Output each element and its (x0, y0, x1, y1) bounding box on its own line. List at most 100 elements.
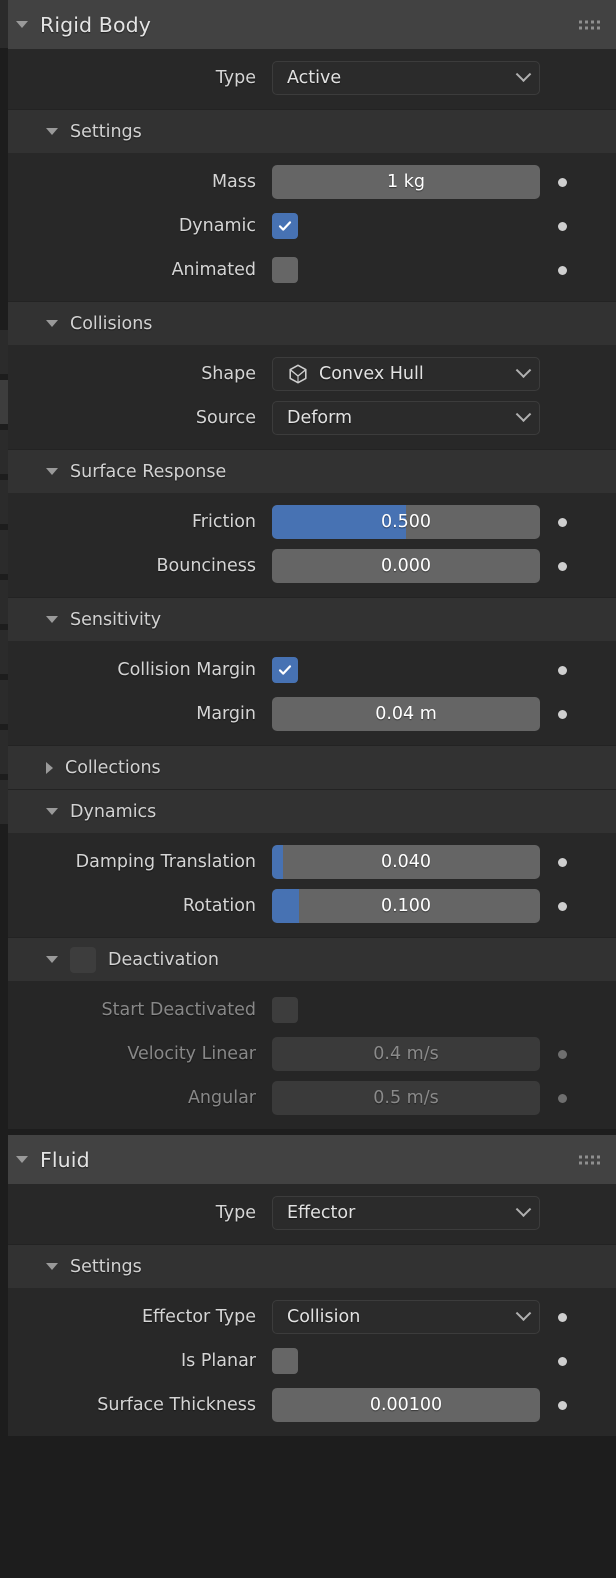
damping-rotation-slider[interactable]: 0.100 (272, 889, 540, 923)
decorator-margin[interactable] (540, 709, 584, 719)
triangle-down-icon[interactable] (46, 128, 58, 135)
start-deactivated-checkbox[interactable] (272, 997, 298, 1023)
dynamic-checkbox[interactable] (272, 213, 298, 239)
triangle-down-icon[interactable] (46, 320, 58, 327)
subpanel-header-deactivation[interactable]: Deactivation (0, 937, 616, 981)
subpanel-header-collections[interactable]: Collections (0, 745, 616, 789)
page-title: Rigid Body (40, 12, 151, 37)
subpanel-header-dynamics[interactable]: Dynamics (0, 789, 616, 833)
subpanel-header-fluid-settings[interactable]: Settings (0, 1244, 616, 1288)
row-margin: Margin 0.04 m (0, 695, 616, 733)
decorator-bounciness[interactable] (540, 561, 584, 571)
label-effector-type: Effector Type (141, 1307, 256, 1327)
tab-view-layer[interactable] (0, 430, 8, 474)
decorator-is-planar[interactable] (540, 1356, 584, 1366)
collision-shape-dropdown[interactable]: Convex Hull (272, 357, 540, 391)
collision-source-dropdown[interactable]: Deform (272, 401, 540, 435)
triangle-down-icon[interactable] (46, 468, 58, 475)
animated-checkbox[interactable] (272, 257, 298, 283)
decorator-collision-margin[interactable] (540, 665, 584, 675)
friction-slider[interactable]: 0.500 (272, 505, 540, 539)
triangle-down-icon[interactable] (16, 1156, 28, 1163)
tab-data[interactable] (0, 780, 8, 824)
tab-constraints[interactable] (0, 730, 8, 774)
tab-world[interactable] (0, 530, 8, 574)
fluid-panel: Fluid Type Effector Settings Effector Ty… (0, 1135, 616, 1436)
decorator-velocity-linear[interactable] (540, 1049, 584, 1059)
subpanel-title-sensitivity: Sensitivity (70, 609, 162, 630)
label-margin: Margin (196, 704, 256, 724)
tab-modifiers[interactable] (0, 630, 8, 674)
subpanel-header-collisions[interactable]: Collisions (0, 301, 616, 345)
subpanel-header-settings[interactable]: Settings (0, 109, 616, 153)
decorator-dynamic[interactable] (540, 221, 584, 231)
grip-dots-icon[interactable] (579, 1155, 600, 1164)
tab-tool[interactable] (0, 0, 8, 48)
subpanel-header-sensitivity[interactable]: Sensitivity (0, 597, 616, 641)
label-velocity-angular: Angular (187, 1088, 256, 1108)
properties-tab-strip[interactable] (0, 0, 8, 1578)
chevron-down-icon (515, 1200, 532, 1217)
decorator-friction[interactable] (540, 517, 584, 527)
velocity-linear-value: 0.4 m/s (373, 1044, 439, 1064)
surface-thickness-field[interactable]: 0.00100 (272, 1388, 540, 1422)
triangle-down-icon[interactable] (46, 956, 58, 963)
label-animated: Animated (171, 260, 256, 280)
row-animated: Animated (0, 251, 616, 289)
triangle-down-icon[interactable] (46, 808, 58, 815)
label-bounciness: Bounciness (156, 556, 256, 576)
row-friction: Friction 0.500 (0, 503, 616, 541)
is-planar-checkbox[interactable] (272, 1348, 298, 1374)
fluid-panel-header[interactable]: Fluid (0, 1135, 616, 1184)
tab-physics[interactable] (0, 680, 8, 724)
deactivation-checkbox[interactable] (70, 946, 96, 973)
bounciness-value: 0.000 (380, 556, 432, 576)
convex-hull-mesh-icon (289, 364, 307, 384)
effector-type-value: Collision (287, 1307, 361, 1327)
label-damping-rotation: Rotation (182, 896, 256, 916)
collision-margin-checkbox[interactable] (272, 657, 298, 683)
tab-object[interactable] (0, 580, 8, 624)
subpanel-title-deactivation: Deactivation (108, 949, 219, 970)
chevron-down-icon (515, 1304, 532, 1321)
decorator-damping-rotation[interactable] (540, 901, 584, 911)
velocity-angular-value: 0.5 m/s (373, 1088, 439, 1108)
decorator-velocity-angular[interactable] (540, 1093, 584, 1103)
fluid-type-body: Type Effector (0, 1184, 616, 1244)
row-velocity-linear: Velocity Linear 0.4 m/s (0, 1035, 616, 1073)
fluid-type-dropdown[interactable]: Effector (272, 1196, 540, 1230)
velocity-angular-field[interactable]: 0.5 m/s (272, 1081, 540, 1115)
effector-type-dropdown[interactable]: Collision (272, 1300, 540, 1334)
fluid-type-value: Effector (287, 1203, 356, 1223)
subpanel-header-surface-response[interactable]: Surface Response (0, 449, 616, 493)
decorator-animated[interactable] (540, 265, 584, 275)
damping-translation-slider-fill (272, 845, 283, 879)
rigid-body-panel-header[interactable]: Rigid Body (0, 0, 616, 49)
label-surface-thickness: Surface Thickness (97, 1395, 256, 1415)
decorator-surface-thickness[interactable] (540, 1400, 584, 1410)
decorator-damping-translation[interactable] (540, 857, 584, 867)
tab-render[interactable] (0, 330, 8, 374)
rigid-body-type-dropdown[interactable]: Active (272, 61, 540, 95)
subpanel-title-fluid-settings: Settings (70, 1256, 142, 1277)
triangle-right-icon[interactable] (46, 761, 53, 774)
decorator-effector-type[interactable] (540, 1312, 584, 1322)
velocity-linear-field[interactable]: 0.4 m/s (272, 1037, 540, 1071)
tab-scene[interactable] (0, 480, 8, 524)
row-fluid-type: Type Effector (0, 1194, 616, 1232)
mass-value: 1 kg (387, 172, 425, 192)
damping-translation-slider[interactable]: 0.040 (272, 845, 540, 879)
triangle-down-icon[interactable] (46, 1263, 58, 1270)
bounciness-slider[interactable]: 0.000 (272, 549, 540, 583)
decorator-mass[interactable] (540, 177, 584, 187)
triangle-down-icon[interactable] (16, 21, 28, 28)
mass-field[interactable]: 1 kg (272, 165, 540, 199)
margin-field[interactable]: 0.04 m (272, 697, 540, 731)
row-bounciness: Bounciness 0.000 (0, 547, 616, 585)
collision-source-value: Deform (287, 408, 353, 428)
subpanel-title-collisions: Collisions (70, 313, 153, 334)
check-icon (278, 665, 292, 675)
tab-output[interactable] (0, 380, 8, 424)
triangle-down-icon[interactable] (46, 616, 58, 623)
grip-dots-icon[interactable] (579, 20, 600, 29)
